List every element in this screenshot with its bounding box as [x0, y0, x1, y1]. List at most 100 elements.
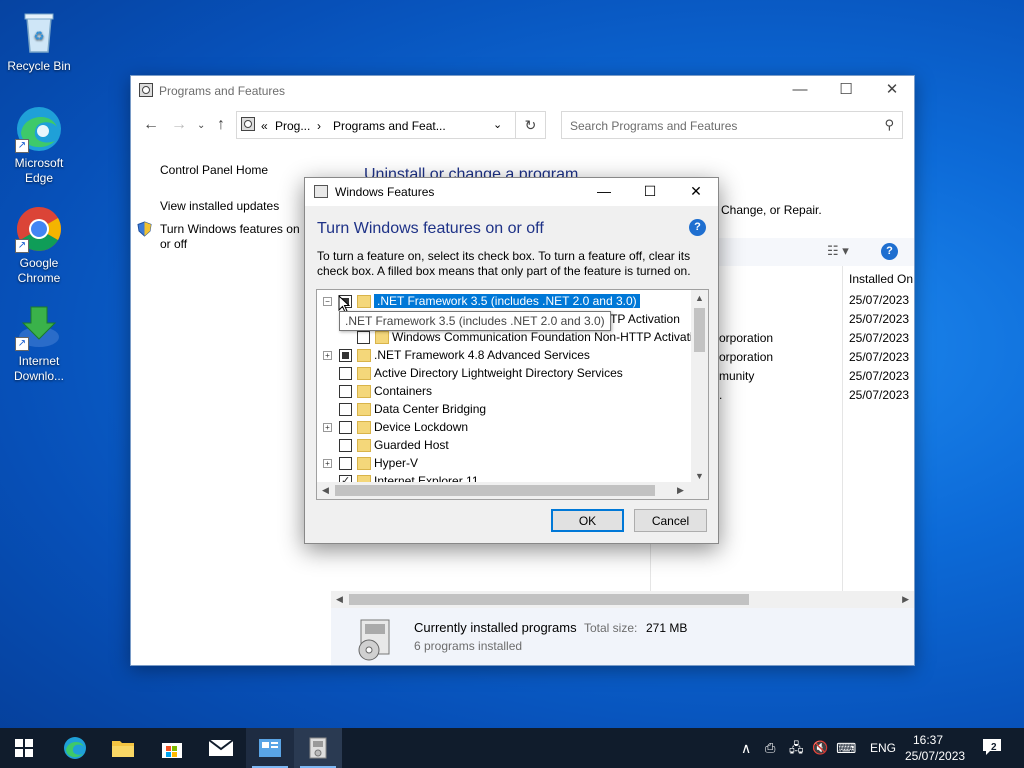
scroll-up-icon[interactable]: ▲ [695, 293, 704, 303]
tree-vertical-scrollbar[interactable]: ▲ ▼ [691, 290, 708, 484]
taskbar-file-explorer[interactable] [99, 728, 147, 768]
scroll-left-icon[interactable]: ◀ [336, 594, 343, 605]
feature-checkbox[interactable] [357, 331, 370, 344]
turn-windows-features-link[interactable]: Turn Windows features on or off [160, 222, 310, 252]
feature-label[interactable]: Hyper-V [374, 456, 418, 470]
dialog-close-button[interactable]: ✕ [673, 178, 719, 206]
address-bar[interactable]: « Prog... › Programs and Feat... ⌄ [236, 111, 516, 139]
search-input[interactable]: Search Programs and Features ⚲ [561, 111, 903, 139]
feature-checkbox[interactable] [339, 349, 352, 362]
folder-icon [357, 367, 371, 380]
feature-row[interactable]: + Device Lockdown [317, 418, 691, 436]
desktop-icon-chrome[interactable]: ↗ Google Chrome [4, 205, 74, 286]
shortcut-arrow-icon: ↗ [15, 139, 29, 153]
taskbar-control-panel[interactable] [246, 728, 294, 768]
taskbar-mail[interactable] [197, 728, 245, 768]
forward-arrow-icon[interactable]: → [171, 116, 187, 134]
scrollbar-thumb[interactable] [335, 485, 655, 496]
collapse-icon[interactable]: − [323, 297, 332, 306]
volume-muted-icon[interactable]: 🔇 [812, 728, 828, 768]
scrollbar-thumb[interactable] [349, 594, 749, 605]
feature-label[interactable]: .NET Framework 3.5 (includes .NET 2.0 an… [373, 293, 641, 309]
refresh-icon[interactable]: ↻ [516, 111, 546, 139]
show-hidden-icons-chevron-icon[interactable]: ∧ [741, 728, 751, 768]
installed-on-cell: 25/07/2023 [849, 388, 910, 402]
folder-icon [357, 349, 371, 362]
view-installed-updates-link[interactable]: View installed updates [160, 199, 279, 213]
scroll-left-icon[interactable]: ◀ [322, 485, 329, 496]
feature-checkbox[interactable] [339, 367, 352, 380]
feature-label[interactable]: .NET Framework 4.8 Advanced Services [374, 348, 590, 362]
network-icon[interactable]: 🖧 [789, 728, 804, 768]
recent-locations-chevron-icon[interactable]: ⌄ [197, 120, 205, 131]
feature-label[interactable]: Containers [374, 384, 432, 398]
dialog-maximize-button[interactable]: ☐ [627, 178, 673, 206]
start-button[interactable] [0, 728, 48, 768]
column-header-installed-on[interactable]: Installed On [849, 272, 913, 286]
clock[interactable]: 16:37 25/07/2023 [905, 732, 966, 764]
feature-checkbox[interactable] [339, 457, 352, 470]
help-icon[interactable]: ? [881, 243, 898, 260]
feature-row[interactable]: + Hyper-V [317, 454, 691, 472]
address-dropdown-chevron-icon[interactable]: ⌄ [493, 118, 502, 131]
tree-horizontal-scrollbar[interactable]: ◀ ▶ [317, 482, 708, 499]
feature-row[interactable]: − .NET Framework 3.5 (includes .NET 2.0 a… [317, 292, 691, 310]
clock-date: 25/07/2023 [905, 749, 966, 763]
input-language-indicator[interactable]: ENG [870, 728, 896, 768]
feature-row[interactable]: Active Directory Lightweight Directory S… [317, 364, 691, 382]
taskbar-store[interactable] [148, 728, 196, 768]
expand-icon[interactable]: + [323, 423, 332, 432]
window-title-bar[interactable]: Programs and Features — ☐ ✕ [131, 76, 914, 106]
taskbar-windows-features[interactable] [294, 728, 342, 768]
installed-on-cell: 25/07/2023 [849, 293, 910, 307]
desktop-icon-recycle-bin[interactable]: ♻ Recycle Bin [4, 8, 74, 74]
feature-row[interactable]: Containers [317, 382, 691, 400]
touch-keyboard-icon[interactable]: ⌨ [836, 728, 856, 768]
dialog-help-icon[interactable]: ? [689, 219, 706, 236]
programs-horizontal-scrollbar[interactable]: ◀ ▶ [331, 591, 914, 608]
close-button[interactable]: ✕ [869, 76, 915, 106]
breadcrumb-programs-and-features[interactable]: Programs and Feat... [333, 119, 446, 133]
maximize-button[interactable]: ☐ [823, 76, 869, 106]
feature-checkbox[interactable] [339, 439, 352, 452]
windows-features-dialog: Windows Features — ☐ ✕ Turn Windows feat… [304, 177, 719, 544]
up-arrow-icon[interactable]: ↑ [217, 116, 225, 134]
feature-checkbox[interactable] [339, 421, 352, 434]
desktop-icon-edge[interactable]: ↗ Microsoft Edge [4, 105, 74, 186]
expand-icon[interactable]: + [323, 351, 332, 360]
feature-label[interactable]: Guarded Host [374, 438, 449, 452]
meet-now-icon[interactable]: ⎙ [765, 728, 775, 768]
feature-label[interactable]: Windows Communication Foundation Non-HTT… [392, 330, 706, 344]
feature-checkbox[interactable] [339, 385, 352, 398]
breadcrumb-control-panel[interactable]: Prog... [275, 119, 310, 133]
control-panel-home-link[interactable]: Control Panel Home [160, 163, 268, 177]
feature-row[interactable]: Guarded Host [317, 436, 691, 454]
scroll-right-icon[interactable]: ▶ [677, 485, 684, 496]
taskbar-edge[interactable] [51, 728, 99, 768]
feature-label[interactable]: Data Center Bridging [374, 402, 486, 416]
feature-label[interactable]: Active Directory Lightweight Directory S… [374, 366, 623, 380]
shortcut-arrow-icon: ↗ [15, 337, 29, 351]
feature-row[interactable]: Data Center Bridging [317, 400, 691, 418]
dialog-minimize-button[interactable]: — [581, 178, 627, 206]
breadcrumb-overflow[interactable]: « [261, 119, 268, 133]
feature-row[interactable]: + .NET Framework 4.8 Advanced Services [317, 346, 691, 364]
notification-center-icon[interactable]: 2 [982, 738, 1002, 759]
view-options-icon[interactable]: ☷ ▾ [827, 243, 849, 259]
minimize-button[interactable]: — [777, 76, 823, 106]
scrollbar-thumb[interactable] [694, 308, 705, 352]
dialog-title-bar[interactable]: Windows Features — ☐ ✕ [305, 178, 718, 206]
feature-label[interactable]: Device Lockdown [374, 420, 468, 434]
folder-icon [357, 403, 371, 416]
scroll-down-icon[interactable]: ▼ [695, 471, 704, 481]
cancel-button[interactable]: Cancel [634, 509, 707, 532]
total-size-value: 271 MB [646, 621, 688, 635]
address-control-panel-icon [241, 117, 255, 134]
desktop-icon-idm[interactable]: ↗ Internet Downlo... [4, 303, 74, 384]
scroll-right-icon[interactable]: ▶ [902, 594, 909, 605]
expand-icon[interactable]: + [323, 459, 332, 468]
ok-button[interactable]: OK [551, 509, 624, 532]
back-arrow-icon[interactable]: ← [143, 116, 159, 134]
feature-checkbox[interactable] [339, 403, 352, 416]
publisher-cell: orporation [719, 331, 774, 345]
